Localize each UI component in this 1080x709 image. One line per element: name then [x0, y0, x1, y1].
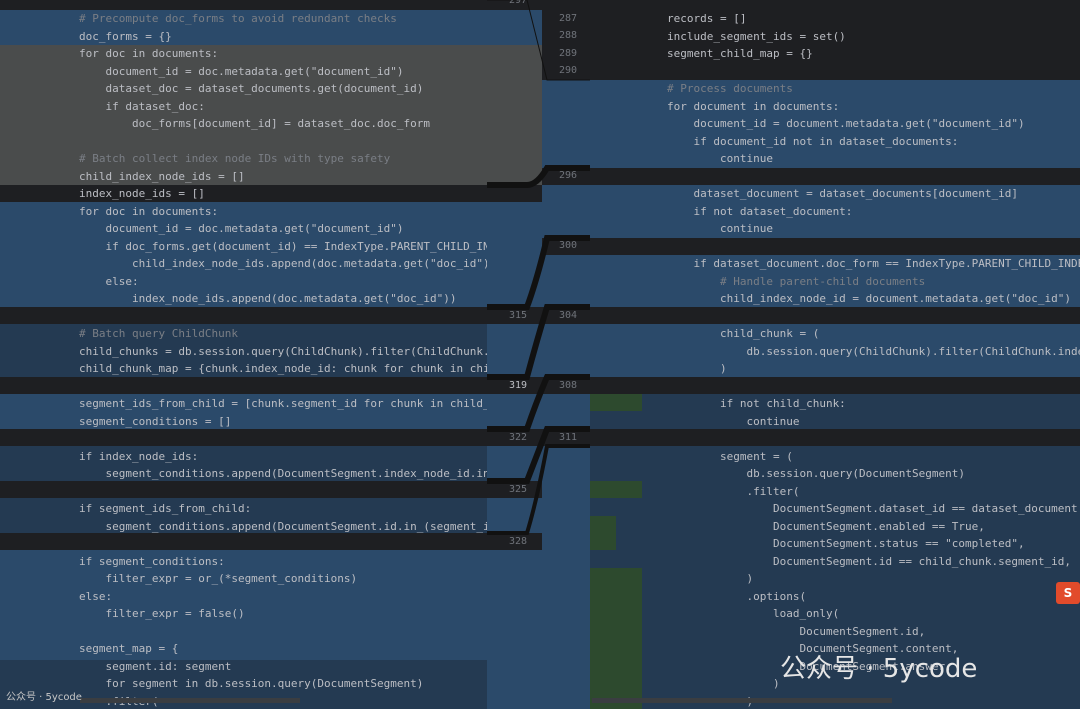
left-code-line[interactable]: else: [79, 588, 112, 606]
left-code-line[interactable]: segment_ids_from_child = [chunk.segment_… [79, 395, 487, 413]
left-code-line[interactable]: # Precompute doc_forms to avoid redundan… [79, 10, 397, 28]
left-code-line[interactable]: for doc in documents: [79, 45, 218, 63]
left-code-line[interactable]: child_index_node_ids = [] [79, 168, 245, 186]
right-code-line[interactable]: segment_child_map = {} [667, 45, 813, 63]
right-code-line[interactable]: document_id = document.metadata.get("doc… [667, 115, 1024, 133]
left-code-line[interactable]: child_chunk_map = {chunk.index_node_id: … [79, 360, 487, 378]
sogou-badge-icon: S [1056, 582, 1080, 604]
right-code-line[interactable]: for document in documents: [667, 98, 839, 116]
right-code-line[interactable]: records = [] [667, 10, 746, 28]
right-code-line[interactable]: if document_id not in dataset_documents: [667, 133, 958, 151]
right-code-line[interactable]: continue [667, 413, 799, 431]
left-code-line[interactable]: segment_conditions = [] [79, 413, 231, 431]
right-line-number: 300 [558, 240, 577, 251]
right-horizontal-scrollbar[interactable] [592, 698, 892, 703]
watermark-text: 公众号 · 5ycode [780, 654, 978, 684]
left-line-number: 319 [508, 380, 527, 391]
left-code-line[interactable]: # Batch collect index node IDs with type… [79, 150, 390, 168]
right-code-line[interactable]: db.session.query(ChildChunk).filter(Chil… [667, 343, 1080, 361]
right-code-line[interactable]: dataset_document = dataset_documents[doc… [667, 185, 1018, 203]
right-line-number: 304 [558, 310, 577, 321]
left-editor-pane[interactable]: # Precompute doc_forms to avoid redundan… [0, 0, 487, 709]
left-code-line[interactable]: child_chunks = db.session.query(ChildChu… [79, 343, 487, 361]
right-line-number: 290 [558, 65, 577, 76]
left-line-number: 315 [508, 310, 527, 321]
right-code-line[interactable]: DocumentSegment.dataset_id == dataset_do… [667, 500, 1080, 518]
diff-viewer: # Precompute doc_forms to avoid redundan… [0, 0, 1080, 709]
watermark-small: 公众号 · 5ycode [6, 692, 82, 703]
right-editor-pane[interactable]: records = [] include_segment_ids = set() s… [590, 0, 1080, 709]
left-code-line[interactable]: document_id = doc.metadata.get("document… [79, 63, 403, 81]
left-code-line[interactable]: else: [79, 273, 138, 291]
right-code-line[interactable]: continue [667, 150, 773, 168]
left-code-line[interactable]: dataset_doc = dataset_documents.get(docu… [79, 80, 423, 98]
right-line-number: 289 [558, 48, 577, 59]
right-code-line[interactable]: # Process documents [667, 80, 793, 98]
right-code-line[interactable]: child_index_node_id = document.metadata.… [667, 290, 1071, 308]
right-code-line[interactable]: if not child_chunk: [667, 395, 846, 413]
right-line-number: 311 [558, 432, 577, 443]
left-code-line[interactable]: # Batch query ChildChunk [79, 325, 238, 343]
left-code-line[interactable]: for segment in db.session.query(Document… [79, 675, 423, 693]
right-code-line[interactable]: if dataset_document.doc_form == IndexTyp… [667, 255, 1080, 273]
right-line-number: 288 [558, 30, 577, 41]
left-line-number: 325 [508, 484, 527, 495]
left-code-line[interactable]: segment_conditions.append(DocumentSegmen… [79, 518, 487, 536]
left-code-line[interactable]: child_index_node_ids.append(doc.metadata… [79, 255, 487, 273]
left-line-number: 297 [508, 0, 527, 6]
left-line-number: 322 [508, 432, 527, 443]
left-code-line[interactable]: if doc_forms.get(document_id) == IndexTy… [79, 238, 487, 256]
left-horizontal-scrollbar[interactable] [80, 698, 300, 703]
right-line-number: 308 [558, 380, 577, 391]
left-code-line[interactable]: index_node_ids = [] [79, 185, 205, 203]
left-code-line[interactable]: segment.id: segment [79, 658, 231, 676]
left-code-line[interactable]: segment_map = { [79, 640, 178, 658]
left-code-line[interactable]: if dataset_doc: [79, 98, 204, 116]
right-code-line[interactable]: load_only( [667, 605, 839, 623]
right-code-line[interactable]: include_segment_ids = set() [667, 28, 846, 46]
right-code-line[interactable]: ) [667, 360, 727, 378]
diff-connector-lines [487, 0, 590, 535]
left-code-line[interactable]: filter_expr = or_(*segment_conditions) [79, 570, 357, 588]
right-line-number: 287 [558, 13, 577, 24]
left-code-line[interactable]: document_id = doc.metadata.get("document… [79, 220, 403, 238]
right-code-line[interactable]: segment = ( [667, 448, 793, 466]
left-code-line[interactable]: if segment_ids_from_child: [79, 500, 251, 518]
right-code-line[interactable]: db.session.query(DocumentSegment) [667, 465, 965, 483]
right-code-line[interactable]: ) [667, 675, 780, 693]
right-line-number: 296 [558, 170, 577, 181]
diff-gutter: 297 315 319 322 325 328 287 288 289 290 … [487, 0, 590, 709]
right-code-line[interactable]: DocumentSegment.status == "completed", [667, 535, 1025, 553]
right-code-line[interactable]: .options( [667, 588, 806, 606]
right-code-line[interactable]: child_chunk = ( [667, 325, 819, 343]
left-code-line[interactable]: for doc in documents: [79, 203, 218, 221]
right-code-line[interactable]: ) [667, 570, 753, 588]
left-code-line[interactable]: doc_forms = {} [79, 28, 172, 46]
right-code-line[interactable]: DocumentSegment.id, [667, 623, 925, 641]
left-code-line[interactable]: if index_node_ids: [79, 448, 198, 466]
right-code-line[interactable]: DocumentSegment.id == child_chunk.segmen… [667, 553, 1071, 571]
right-code-line[interactable]: continue [667, 220, 773, 238]
left-code-line[interactable]: index_node_ids.append(doc.metadata.get("… [79, 290, 457, 308]
right-code-line[interactable]: # Handle parent-child documents [667, 273, 925, 291]
right-code-line[interactable]: DocumentSegment.enabled == True, [667, 518, 985, 536]
left-code-line[interactable]: if segment_conditions: [79, 553, 225, 571]
left-code-line[interactable]: filter_expr = false() [79, 605, 244, 623]
left-code-line[interactable]: segment_conditions.append(DocumentSegmen… [79, 465, 487, 483]
left-code-line[interactable]: doc_forms[document_id] = dataset_doc.doc… [79, 115, 430, 133]
right-code-line[interactable]: .filter( [667, 483, 799, 501]
left-line-number: 328 [508, 536, 527, 547]
right-code-line[interactable]: if not dataset_document: [667, 203, 852, 221]
